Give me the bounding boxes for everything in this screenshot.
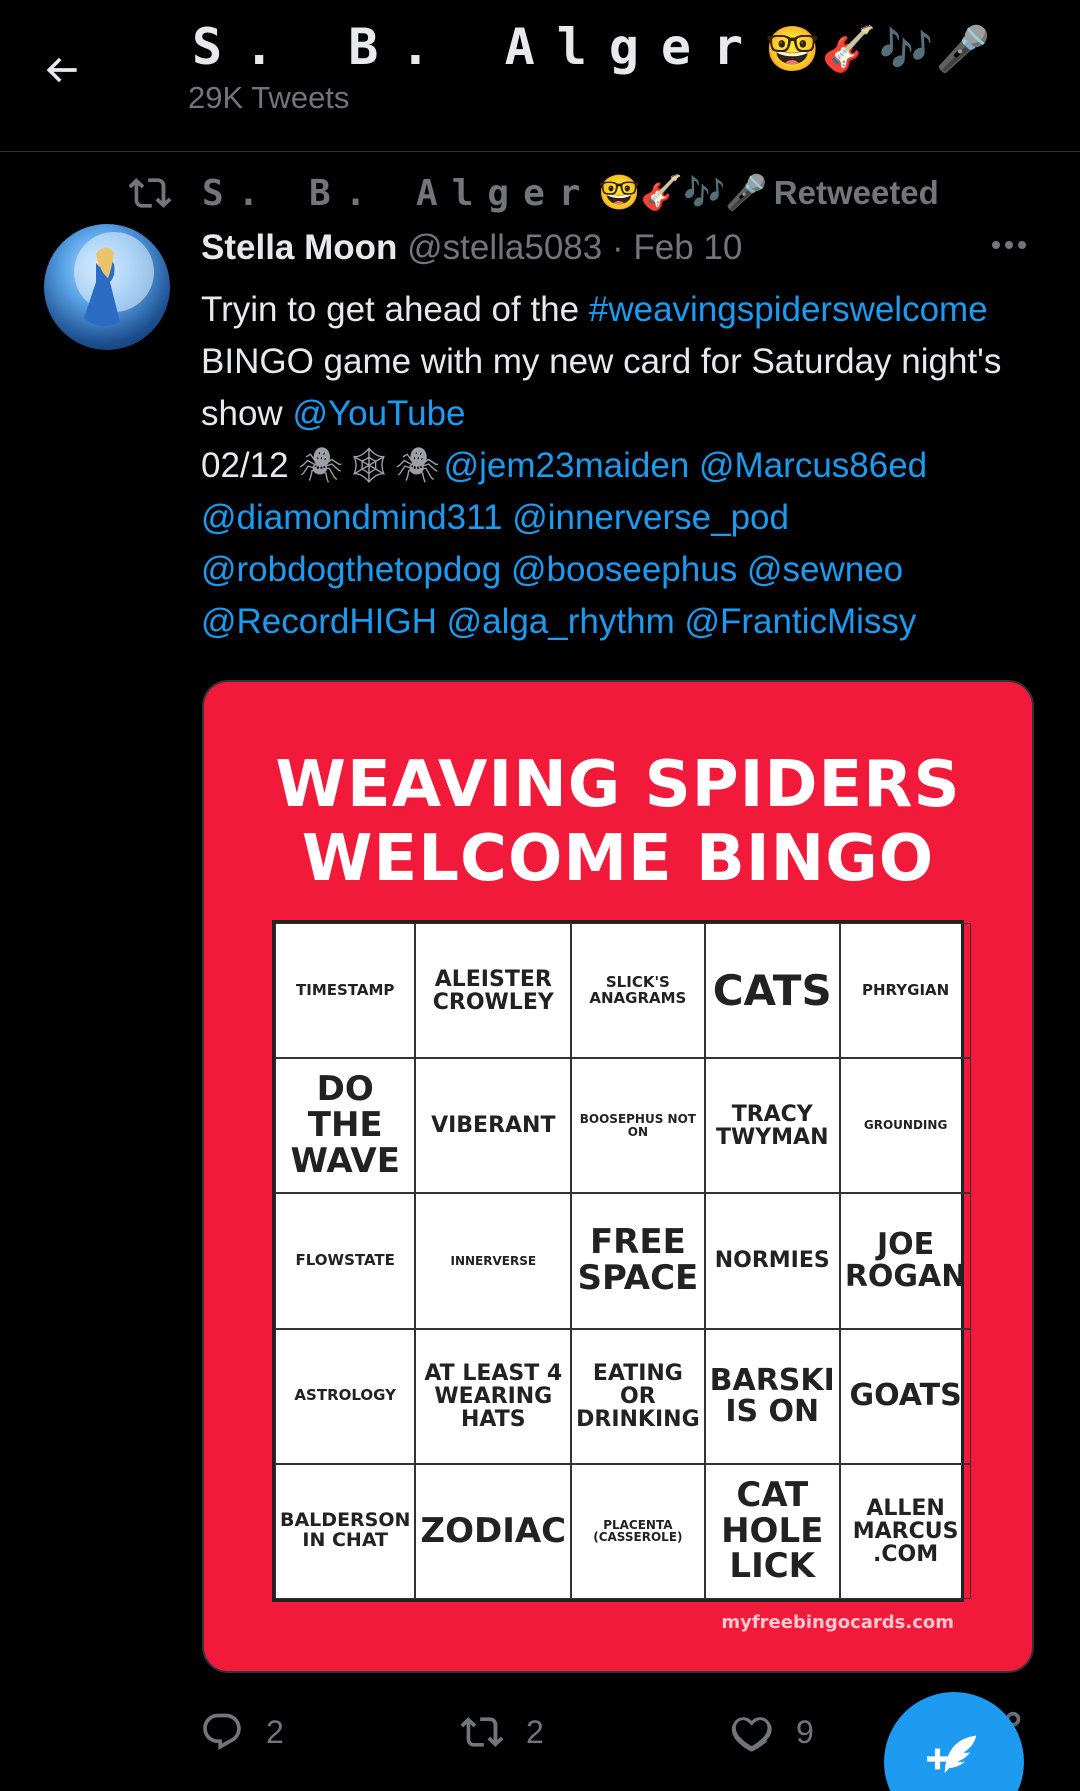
retweeter-emoji: 🤓🎸🎶🎤 <box>598 173 768 213</box>
retweet-count: 2 <box>526 1713 544 1750</box>
bingo-cell: AT LEAST 4 WEARING HATS <box>415 1328 572 1464</box>
reply-icon <box>203 1713 241 1750</box>
compose-tweet-button[interactable] <box>884 1692 1024 1791</box>
more-dot-icon <box>1005 241 1013 249</box>
like-count: 9 <box>796 1713 814 1750</box>
back-button[interactable] <box>40 48 96 104</box>
bingo-title-line: WEAVING SPIDERS <box>275 748 961 822</box>
bingo-cell: TIMESTAMP <box>275 923 416 1059</box>
bingo-cell: DO THE WAVE <box>275 1058 416 1194</box>
bingo-cell: GOATS <box>839 1328 972 1464</box>
bingo-credit: myfreebingocards.com <box>721 1612 954 1633</box>
profile-name-text: S. B. Alger <box>192 18 766 76</box>
heart-icon <box>731 1717 772 1752</box>
author-handle[interactable]: @stella5083 <box>407 228 602 267</box>
bingo-cell: ALEISTER CROWLEY <box>415 923 572 1059</box>
author-name[interactable]: Stella Moon <box>201 228 397 267</box>
mention-link[interactable]: @diamondmind311 <box>201 498 502 537</box>
tweet-count: 29K Tweets <box>188 80 350 115</box>
bingo-cell: NORMIES <box>704 1193 840 1329</box>
bingo-cell: EATING OR DRINKING <box>571 1328 705 1464</box>
mention-link[interactable]: @robdogthetopdog <box>201 550 501 589</box>
profile-name-emoji: 🤓🎸🎶🎤 <box>765 24 993 75</box>
profile-name: S. B. Alger🤓🎸🎶🎤 <box>192 18 992 76</box>
bingo-cell: GROUNDING <box>839 1058 972 1194</box>
mention-link[interactable]: @Marcus86ed <box>699 446 927 485</box>
bingo-cell: BARSKI IS ON <box>704 1328 840 1464</box>
retweet-button[interactable]: 2 <box>460 1710 544 1754</box>
tweet-text: Tryin to get ahead of the #weavingspider… <box>201 284 1041 648</box>
bingo-cell: PHRYGIAN <box>839 923 972 1059</box>
bingo-cell: CAT HOLE LICK <box>704 1463 840 1599</box>
spider-emoji: 🕷🕸🕷 <box>298 446 444 486</box>
bingo-title: WEAVING SPIDERS WELCOME BINGO <box>204 748 1032 896</box>
bingo-cell: BALDERSON IN CHAT <box>275 1463 416 1599</box>
bingo-cell: ZODIAC <box>415 1463 572 1599</box>
tweet-image[interactable]: WEAVING SPIDERS WELCOME BINGO TIMESTAMP … <box>202 680 1034 1673</box>
mention-link[interactable]: @RecordHIGH <box>201 602 437 641</box>
like-button[interactable]: 9 <box>730 1710 814 1754</box>
bingo-title-line: WELCOME BINGO <box>301 822 935 896</box>
tweet-text-part: 02/12 <box>201 446 299 485</box>
retweet-icon <box>128 178 172 208</box>
bingo-cell: BOOSEPHUS NOT ON <box>571 1058 705 1194</box>
reply-count: 2 <box>266 1713 284 1750</box>
bingo-cell: FLOWSTATE <box>275 1193 416 1329</box>
tweet-date[interactable]: Feb 10 <box>633 228 742 267</box>
bingo-cell: ALLEN MARCUS .COM <box>839 1463 972 1599</box>
bingo-grid: TIMESTAMP ALEISTER CROWLEY SLICK'S ANAGR… <box>272 920 972 1602</box>
bingo-cell: ASTROLOGY <box>275 1328 416 1464</box>
retweeted-label: Retweeted <box>773 174 939 211</box>
mention-link[interactable]: @sewneo <box>747 550 903 589</box>
bingo-cell: VIBERANT <box>415 1058 572 1194</box>
mention-link[interactable]: @YouTube <box>292 394 465 433</box>
retweeter-name[interactable]: S. B. Alger <box>202 173 594 214</box>
tweet-header: Stella Moon @stella5083 · Feb 10 <box>201 228 742 268</box>
bingo-cell: SLICK'S ANAGRAMS <box>571 923 705 1059</box>
compose-feather-icon <box>927 1735 977 1774</box>
mention-link[interactable]: @jem23maiden <box>444 446 690 485</box>
mention-link[interactable]: @innerverse_pod <box>512 498 789 537</box>
mention-link[interactable]: @alga_rhythm <box>447 602 675 641</box>
header-separator: · <box>611 228 624 267</box>
more-dot-icon <box>1018 241 1026 249</box>
avatar[interactable] <box>44 224 170 350</box>
bingo-cell: FREE SPACE <box>571 1193 705 1329</box>
retweet-context: S. B. Alger 🤓🎸🎶🎤 Retweeted <box>128 168 939 218</box>
bingo-cell: TRACY TWYMAN <box>704 1058 840 1194</box>
profile-header: S. B. Alger🤓🎸🎶🎤 29K Tweets <box>0 0 1080 152</box>
bingo-cell: CATS <box>704 923 840 1059</box>
mention-link[interactable]: @FranticMissy <box>684 602 916 641</box>
more-options-button[interactable] <box>992 236 1036 264</box>
bingo-cell: INNERVERSE <box>415 1193 572 1329</box>
avatar-image <box>74 232 154 327</box>
bingo-cell: PLACENTA (CASSEROLE) <box>571 1463 705 1599</box>
more-dot-icon <box>992 241 1000 249</box>
back-arrow-icon <box>46 57 77 83</box>
mention-link[interactable]: @booseephus <box>511 550 737 589</box>
tweet-text-part: Tryin to get ahead of the <box>201 290 580 329</box>
reply-button[interactable]: 2 <box>200 1710 284 1754</box>
bingo-cell: JOE ROGAN <box>839 1193 972 1329</box>
hashtag-link[interactable]: #weavingspiderswelcome <box>589 290 988 329</box>
retweet-icon <box>460 1717 504 1747</box>
